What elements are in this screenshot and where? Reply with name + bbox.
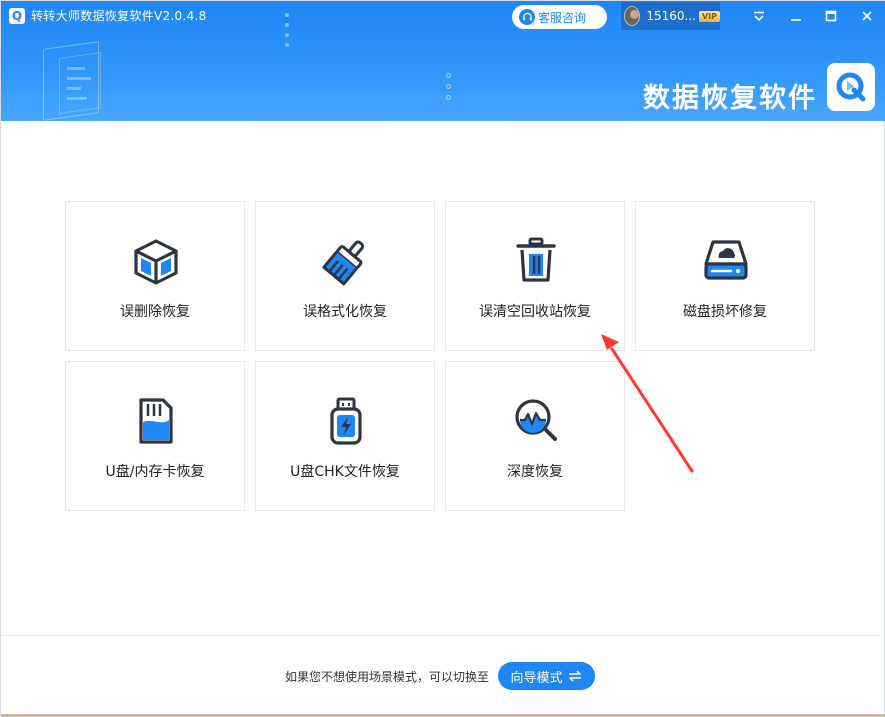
decorative-dot [446, 84, 451, 89]
box-icon [131, 236, 181, 286]
mode-card-label: 深度恢复 [507, 464, 563, 480]
maximize-button[interactable] [818, 5, 844, 27]
mode-card-label: U盘/内存卡恢复 [105, 464, 205, 480]
app-title: 转转大师数据恢复软件V2.0.4.8 [31, 9, 207, 23]
menu-button[interactable] [746, 5, 772, 27]
avatar [624, 6, 641, 26]
decorative-dot [446, 73, 451, 78]
decorative-line [67, 67, 85, 70]
decorative-dot [285, 23, 289, 27]
guide-mode-button[interactable]: 向导模式 [498, 662, 595, 690]
magnifier-icon [511, 396, 561, 446]
decorative-line [67, 87, 81, 90]
guide-mode-label: 向导模式 [510, 670, 563, 686]
vip-badge: VIP [698, 10, 720, 22]
menu-icon [752, 7, 766, 26]
close-button[interactable] [854, 5, 880, 27]
decorative-dot [285, 33, 289, 37]
minimize-icon [790, 7, 802, 26]
close-icon [861, 7, 873, 26]
sd-card-icon [131, 396, 181, 446]
customer-service-button[interactable]: 客服咨询 [512, 5, 607, 29]
trash-icon [511, 236, 561, 286]
decorative-dot [285, 43, 289, 47]
header-banner: Q 转转大师数据恢复软件V2.0.4.8 客服咨询 15160... VIP 数… [1, 1, 885, 121]
decorative-dot [446, 95, 451, 100]
app-logo: Q [9, 8, 25, 24]
footer-divider [1, 635, 885, 636]
mode-switch-hint: 如果您不想使用场景模式，可以切换至 [285, 670, 490, 684]
usb-drive-icon [321, 396, 371, 446]
headset-icon [519, 9, 535, 25]
customer-service-label: 客服咨询 [538, 10, 587, 25]
mode-card-label: 误格式化恢复 [303, 304, 387, 320]
maximize-icon [825, 7, 837, 26]
mode-card-label: 磁盘损坏修复 [683, 304, 767, 320]
mode-card-label: U盘CHK文件恢复 [290, 464, 400, 480]
mode-card-label: 误删除恢复 [120, 304, 190, 320]
switch-arrows-icon [567, 670, 583, 682]
mode-card-format-recovery[interactable]: 误格式化恢复 [255, 201, 435, 351]
decorative-screen [59, 52, 101, 114]
app-logo-glyph: Q [11, 9, 23, 23]
disk-icon [701, 236, 751, 286]
app-window: Q 转转大师数据恢复软件V2.0.4.8 客服咨询 15160... VIP 数… [0, 0, 885, 717]
mode-card-usb-sd-recovery[interactable]: U盘/内存卡恢复 [65, 361, 245, 511]
mode-card-disk-repair[interactable]: 磁盘损坏修复 [635, 201, 815, 351]
mode-card-recycle-bin-recovery[interactable]: 误清空回收站恢复 [445, 201, 625, 351]
broom-icon [321, 236, 371, 286]
decorative-dot [285, 13, 289, 17]
minimize-button[interactable] [783, 5, 809, 27]
mode-card-deep-recovery[interactable]: 深度恢复 [445, 361, 625, 511]
user-name: 15160... [646, 9, 696, 23]
decorative-line [67, 97, 87, 100]
brand-logo-icon [836, 72, 866, 102]
mode-card-label: 误清空回收站恢复 [479, 304, 591, 320]
decorative-line [67, 77, 91, 80]
brand-logo [827, 63, 875, 111]
brand-text: 数据恢复软件 [643, 83, 817, 114]
mode-card-usb-chk-recovery[interactable]: U盘CHK文件恢复 [255, 361, 435, 511]
mode-card-deleted-recovery[interactable]: 误删除恢复 [65, 201, 245, 351]
user-account[interactable]: 15160... VIP [621, 2, 720, 30]
